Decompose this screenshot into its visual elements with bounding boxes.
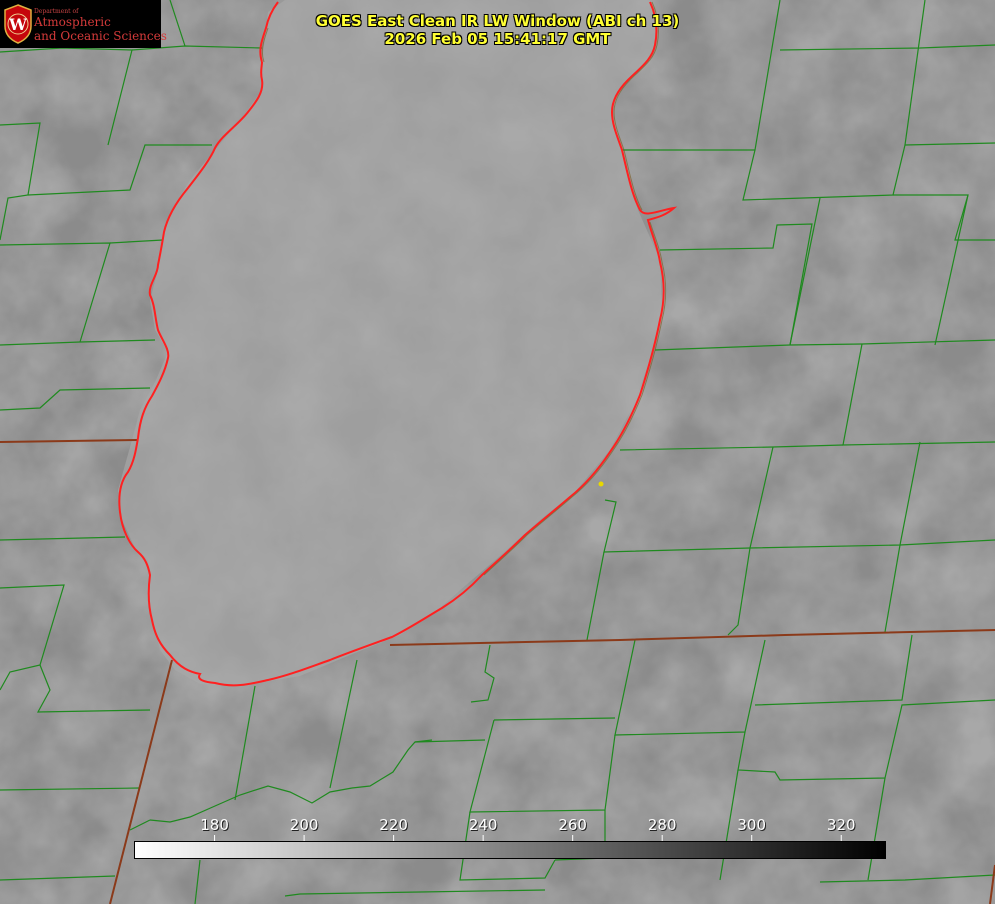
uw-crest-icon: W (4, 4, 32, 44)
colorbar-tick-label: 300 (737, 816, 767, 834)
colorbar-tick-label: 180 (200, 816, 229, 834)
logo-line-2: and Oceanic Sciences (34, 29, 167, 43)
satellite-image-viewer: GOES East Clean IR LW Window (ABI ch 13)… (0, 0, 995, 904)
colorbar-tick-label: 220 (379, 816, 408, 834)
logo-line-1: Atmospheric (34, 15, 111, 29)
location-marker (598, 481, 604, 487)
colorbar-tick-label: 240 (468, 816, 498, 834)
ir-satellite-map (0, 0, 995, 904)
crest-letter: W (8, 15, 28, 34)
colorbar-tick-label: 260 (558, 816, 587, 834)
colorbar-tick-label: 200 (289, 816, 319, 834)
aos-logo[interactable]: W Department of Atmospheric and Oceanic … (0, 0, 167, 48)
brightness-temperature-colorbar (134, 841, 886, 859)
logo-department: Department of (34, 8, 79, 15)
colorbar-tick-label: 320 (826, 816, 856, 834)
colorbar-tick-label: 280 (647, 816, 677, 834)
